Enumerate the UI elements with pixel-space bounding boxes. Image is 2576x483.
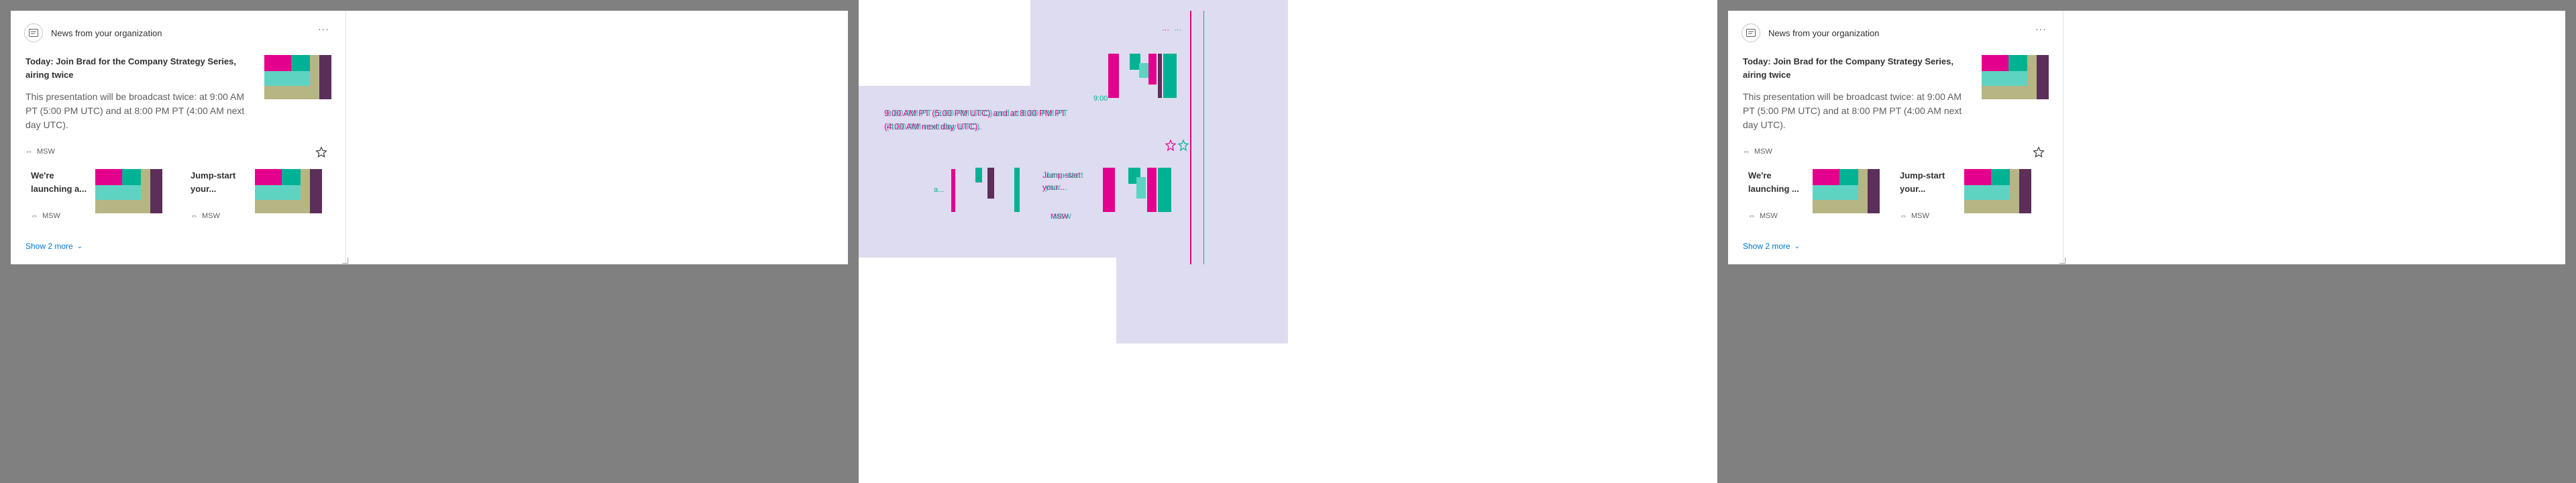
card-header: News from your organization — [24, 23, 162, 42]
featured-thumbnail[interactable] — [264, 55, 331, 99]
item-title[interactable]: Jump-start your... — [1900, 169, 1960, 196]
more-options-button[interactable]: ··· — [318, 24, 329, 34]
item-title[interactable]: Jump-start your... — [191, 169, 251, 196]
diff-line-teal: (4:00 AM next day UTC). — [886, 121, 983, 131]
link-icon: ⇔ — [1748, 212, 1756, 220]
star-icon — [1165, 140, 1189, 152]
source-label: MSW — [1911, 212, 1929, 220]
show-more-label[interactable]: Show 2 more — [1743, 241, 1790, 251]
resize-handle[interactable] — [2059, 258, 2065, 264]
news-item[interactable]: We're launching a... ⇔ MSW — [25, 169, 173, 224]
item-source: ⇔ MSW — [1748, 212, 1778, 220]
item-thumbnail[interactable] — [1813, 169, 1880, 213]
source-label: MSW — [42, 212, 60, 220]
diff-thumbnail — [951, 168, 1020, 212]
source-label: MSW — [202, 212, 220, 220]
star-icon[interactable] — [315, 146, 327, 158]
diff-thumbnail — [1108, 54, 1177, 98]
source-label: MSW — [1754, 148, 1772, 156]
card-title: News from your organization — [1768, 28, 1880, 38]
diff-dot: a... — [934, 186, 945, 194]
featured-title[interactable]: Today: Join Brad for the Company Strateg… — [1743, 55, 1964, 82]
chevron-down-icon: ⌄ — [1794, 242, 1801, 250]
news-item[interactable]: We're launching ... ⇔ MSW — [1743, 169, 1890, 224]
news-icon — [24, 23, 43, 42]
source-label: MSW — [1760, 212, 1778, 220]
link-icon: ⇔ — [1900, 212, 1907, 220]
item-title[interactable]: We're launching a... — [31, 169, 91, 196]
diff-region — [1116, 258, 1288, 343]
resize-handle[interactable] — [342, 258, 348, 264]
diff-more: ··· — [1162, 26, 1169, 34]
featured-source: ⇔ MSW — [1743, 148, 1772, 156]
show-more-link[interactable]: Show 2 more ⌄ — [25, 241, 83, 251]
item-thumbnail[interactable] — [1964, 169, 2031, 213]
item-source: ⇔ MSW — [1900, 212, 1929, 220]
featured-description: This presentation will be broadcast twic… — [25, 91, 245, 130]
featured-thumbnail[interactable] — [1982, 55, 2049, 99]
link-icon: ⇔ — [31, 212, 38, 220]
link-icon: ⇔ — [1743, 148, 1750, 156]
more-options-button[interactable]: ··· — [2035, 24, 2047, 34]
link-icon: ⇔ — [191, 212, 198, 220]
item-source: ⇔ MSW — [31, 212, 60, 220]
screenshot-stage: News from your organization ··· Today: J… — [0, 0, 2576, 483]
diff-line-teal: 9:00 AM PT (5:00 PM UTC) and at 8:00 PM … — [886, 108, 1068, 118]
card-title: News from your organization — [51, 28, 162, 38]
link-icon: ⇔ — [25, 148, 33, 156]
diff-item-title: Jump-start your... — [1045, 170, 1083, 192]
featured-source: ⇔ MSW — [25, 148, 55, 156]
item-thumbnail[interactable] — [255, 169, 322, 213]
diff-item-source: MSW — [1053, 213, 1071, 221]
item-source: ⇔ MSW — [191, 212, 220, 220]
diff-thumbnail — [1103, 168, 1171, 212]
left-panel: News from your organization ··· Today: J… — [0, 0, 859, 483]
diff-snippet: 9:00 — [1093, 95, 1108, 103]
news-card: News from your organization ··· Today: J… — [11, 11, 348, 264]
item-title[interactable]: We're launching ... — [1748, 169, 1809, 196]
right-panel: News from your organization ··· Today: J… — [1717, 0, 2576, 483]
star-icon[interactable] — [2033, 146, 2045, 158]
diff-panel: 9:00 AM PT (5:00 PM UTC) and at 8:00 PM … — [859, 0, 1717, 483]
news-icon — [1741, 23, 1760, 42]
show-more-link[interactable]: Show 2 more ⌄ — [1743, 241, 1800, 251]
featured-description: This presentation will be broadcast twic… — [1743, 91, 1962, 130]
card-header: News from your organization — [1741, 23, 1880, 42]
diff-more: ··· — [1174, 26, 1181, 34]
item-thumbnail[interactable] — [95, 169, 162, 213]
chevron-down-icon: ⌄ — [76, 242, 83, 250]
source-label: MSW — [37, 148, 55, 156]
show-more-label[interactable]: Show 2 more — [25, 241, 73, 251]
diff-border — [1190, 11, 1191, 264]
news-card: News from your organization ··· Today: J… — [1728, 11, 2065, 264]
diff-border — [1203, 11, 1204, 264]
news-item[interactable]: Jump-start your... ⇔ MSW — [185, 169, 333, 224]
news-item[interactable]: Jump-start your... ⇔ MSW — [1894, 169, 2042, 224]
featured-title[interactable]: Today: Join Brad for the Company Strateg… — [25, 55, 247, 82]
